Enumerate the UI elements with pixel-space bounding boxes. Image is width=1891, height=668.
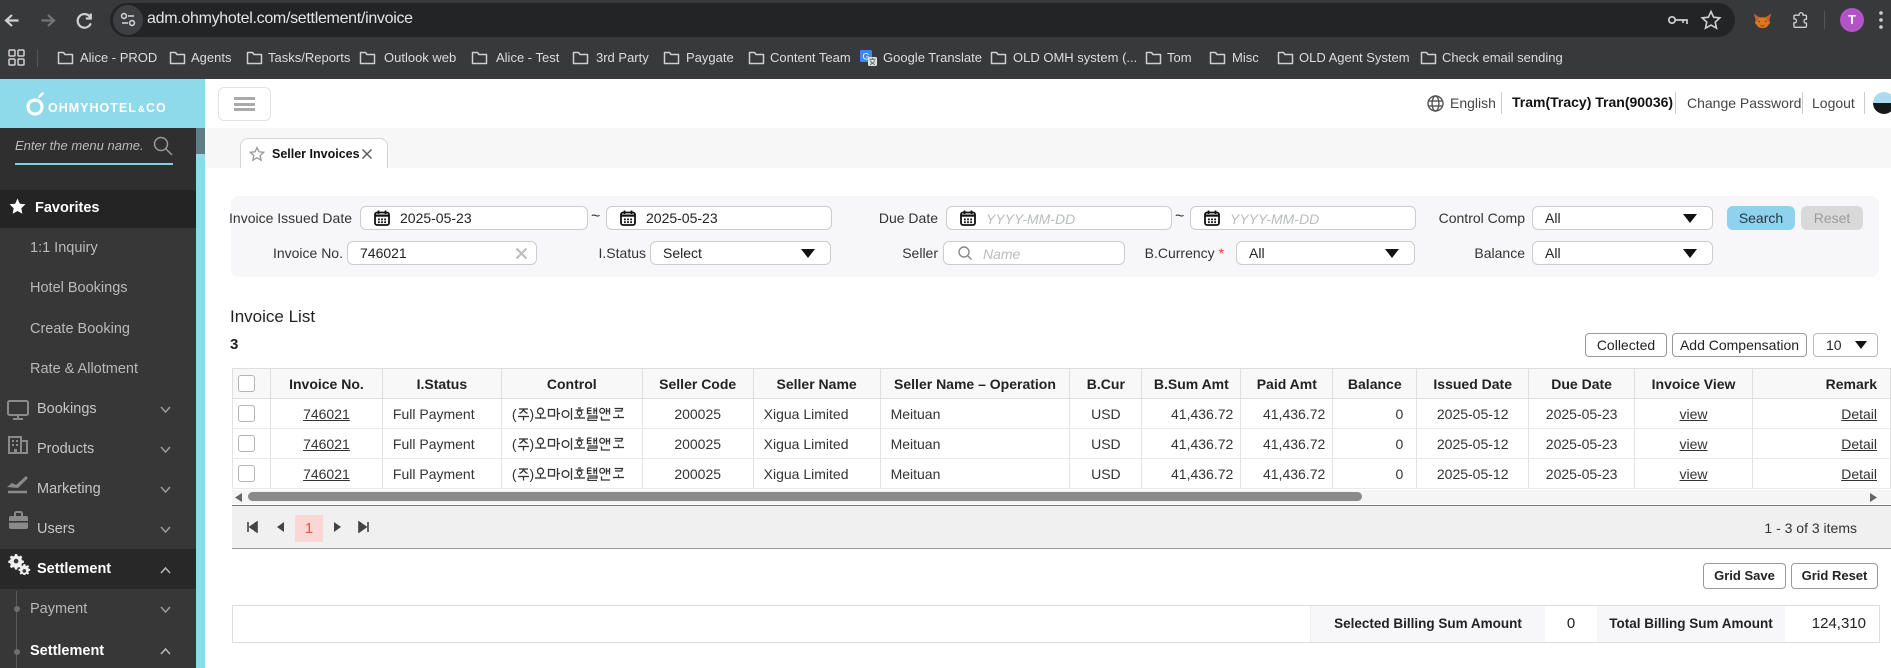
svg-text:OHMYHOTEL: OHMYHOTEL <box>48 101 137 115</box>
svg-text:&: & <box>138 104 145 115</box>
svg-text:CO: CO <box>146 101 167 115</box>
